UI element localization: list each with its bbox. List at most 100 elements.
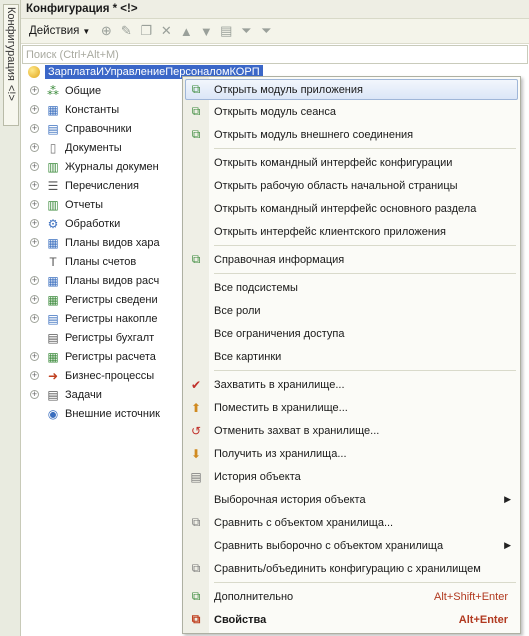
menu-item[interactable]: ✔ Захватить в хранилище... xyxy=(183,373,520,396)
tree-item-label: Отчеты xyxy=(65,198,104,211)
menu-item-label: Сравнить с объектом хранилища... xyxy=(214,516,394,529)
menu-item[interactable]: Сравнить выборочно с объектом хранилища ▶ xyxy=(183,534,520,557)
menu-item[interactable]: ⧉ Открыть модуль приложения xyxy=(185,79,518,100)
menu-separator xyxy=(214,273,516,274)
compare-merge-icon: ⧉ xyxy=(191,561,201,575)
catalogs-icon: ▤ xyxy=(47,121,59,136)
business-process-icon: ➜ xyxy=(47,368,59,383)
acc-registers-icon: ▤ xyxy=(47,330,59,345)
expand-icon[interactable]: + xyxy=(30,105,39,114)
move-down-icon[interactable]: ▼ xyxy=(198,23,214,39)
menu-item[interactable]: Открыть интерфейс клиентского приложения xyxy=(183,220,520,243)
edit-icon[interactable]: ✎ xyxy=(118,23,134,39)
tree-item-label: Регистры бухгалт xyxy=(65,331,155,344)
clear-filter-icon[interactable]: ⏷ xyxy=(258,23,274,39)
tree-item-label: Обработки xyxy=(65,217,121,230)
expand-icon[interactable]: + xyxy=(30,352,39,361)
menu-item-label: Все картинки xyxy=(214,350,282,363)
menu-item-label: Справочная информация xyxy=(214,253,345,266)
expand-icon[interactable]: + xyxy=(30,390,39,399)
filter-icon[interactable]: ⏷ xyxy=(238,23,254,39)
menu-separator xyxy=(214,582,516,583)
menu-item[interactable]: Открыть командный интерфейс конфигурации xyxy=(183,151,520,174)
configuration-window: Конфигурация * <!> Действия ▼ ⊕ ✎ ❐ ✕ ▲ … xyxy=(21,0,529,636)
menu-item[interactable]: Все картинки xyxy=(183,345,520,368)
expand-icon[interactable]: + xyxy=(30,314,39,323)
tree-item-label: Задачи xyxy=(65,388,102,401)
menu-item[interactable]: Открыть командный интерфейс основного ра… xyxy=(183,197,520,220)
accum-registers-icon: ▤ xyxy=(47,311,59,326)
tasks-icon: ▤ xyxy=(47,387,59,402)
menu-item-label: Открыть модуль приложения xyxy=(214,83,363,96)
add-icon[interactable]: ⊕ xyxy=(98,23,114,39)
menu-item[interactable]: ⬇ Получить из хранилища... xyxy=(183,442,520,465)
put-to-storage-icon: ⬆ xyxy=(190,400,202,415)
constants-icon: ▦ xyxy=(47,102,59,117)
menu-item-label: Открыть модуль внешнего соединения xyxy=(214,128,414,141)
tree-item-label: Журналы докумен xyxy=(65,160,159,173)
compare-object-icon: ⧉ xyxy=(191,515,201,529)
menu-item[interactable]: ⬆ Поместить в хранилище... xyxy=(183,396,520,419)
menu-item[interactable]: Все подсистемы xyxy=(183,276,520,299)
menu-item[interactable]: Выборочная история объекта ▶ xyxy=(183,488,520,511)
menu-item-shortcut: Alt+Enter xyxy=(458,613,508,626)
side-tab-label: Конфигурация xyxy=(5,7,17,81)
properties-icon: ⧉ xyxy=(191,612,201,626)
menu-item[interactable]: ⧉ Сравнить/объединить конфигурацию с хран… xyxy=(183,557,520,580)
external-sources-icon: ◉ xyxy=(47,406,59,421)
menu-item-label: Поместить в хранилище... xyxy=(214,401,348,414)
tree-item-label: Бизнес-процессы xyxy=(65,369,155,382)
menu-item[interactable]: Все ограничения доступа xyxy=(183,322,520,345)
expand-icon[interactable]: + xyxy=(30,200,39,209)
tree-item-label: Планы видов расч xyxy=(65,274,160,287)
chart-accounts-icon: Т xyxy=(49,254,57,269)
configuration-side-tab[interactable]: Конфигурация <!> xyxy=(3,4,19,126)
menu-item[interactable]: ⧉ Свойства Alt+Enter xyxy=(183,608,520,631)
reports-icon: ▥ xyxy=(47,197,59,212)
delete-icon[interactable]: ✕ xyxy=(158,23,174,39)
tree-item-label: Регистры сведени xyxy=(65,293,158,306)
menu-item[interactable]: ↺ Отменить захват в хранилище... xyxy=(183,419,520,442)
menu-item[interactable]: ⧉ Дополнительно Alt+Shift+Enter xyxy=(183,585,520,608)
expand-icon[interactable]: + xyxy=(30,276,39,285)
expand-icon[interactable]: + xyxy=(30,295,39,304)
menu-item[interactable]: ⧉ Справочная информация xyxy=(183,248,520,271)
expand-icon[interactable]: + xyxy=(30,162,39,171)
sort-icon[interactable]: ▤ xyxy=(218,23,234,39)
menu-item[interactable]: ⧉ Открыть модуль внешнего соединения xyxy=(183,123,520,146)
actions-menu-button[interactable]: Действия ▼ xyxy=(25,25,94,37)
expand-icon[interactable]: + xyxy=(30,181,39,190)
expand-icon[interactable]: + xyxy=(30,371,39,380)
menu-item-label: Захватить в хранилище... xyxy=(214,378,345,391)
expand-icon[interactable]: + xyxy=(30,124,39,133)
configuration-root-icon xyxy=(28,65,40,78)
dropdown-arrow-icon: ▼ xyxy=(82,26,91,36)
menu-item-label: Отменить захват в хранилище... xyxy=(214,424,380,437)
open-app-module-icon: ⧉ xyxy=(191,82,201,96)
expand-icon[interactable]: + xyxy=(30,143,39,152)
menu-item[interactable]: ⧉ Сравнить с объектом хранилища... xyxy=(183,511,520,534)
menu-item-label: Сравнить/объединить конфигурацию с храни… xyxy=(214,562,481,575)
menu-item-label: Открыть командный интерфейс основного ра… xyxy=(214,202,477,215)
menu-item-label: Выборочная история объекта xyxy=(214,493,366,506)
menu-item[interactable]: Открыть рабочую область начальной страни… xyxy=(183,174,520,197)
expand-icon[interactable]: + xyxy=(30,86,39,95)
processing-icon: ⚙ xyxy=(47,216,59,231)
menu-item[interactable]: Все роли xyxy=(183,299,520,322)
context-menu: ⧉ Открыть модуль приложения ⧉ Открыть модул… xyxy=(182,76,521,634)
menu-item-label: Сравнить выборочно с объектом хранилища xyxy=(214,539,444,552)
object-history-icon: ▤ xyxy=(190,469,202,484)
tree-item-label: Константы xyxy=(65,103,120,116)
side-tab-extra: <!> xyxy=(5,84,17,101)
menu-item-label: Все роли xyxy=(214,304,261,317)
menu-item[interactable]: ▤ История объекта xyxy=(183,465,520,488)
submenu-arrow-icon: ▶ xyxy=(504,540,511,550)
expand-icon[interactable]: + xyxy=(30,238,39,247)
expand-icon[interactable]: + xyxy=(30,219,39,228)
documents-icon: ▯ xyxy=(49,140,57,155)
menu-item-label: Открыть рабочую область начальной страни… xyxy=(214,179,458,192)
common-icon: ⁂ xyxy=(47,83,59,98)
move-up-icon[interactable]: ▲ xyxy=(178,23,194,39)
copy-icon[interactable]: ❐ xyxy=(138,23,154,39)
menu-item[interactable]: ⧉ Открыть модуль сеанса xyxy=(183,100,520,123)
